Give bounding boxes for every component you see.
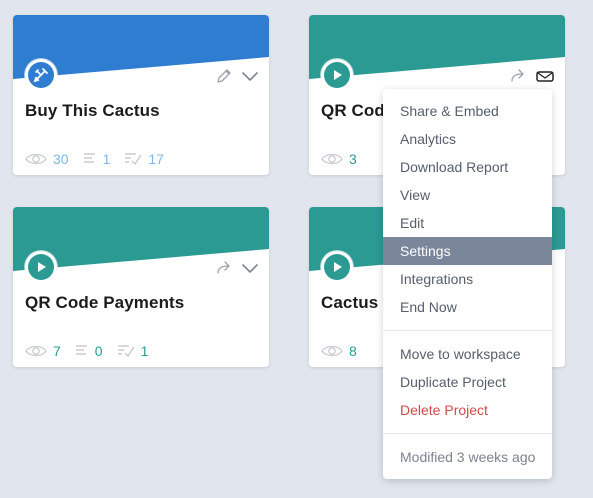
card-title[interactable]: Buy This Cactus — [25, 101, 160, 121]
menu-item-move-to-workspace[interactable]: Move to workspace — [383, 340, 552, 368]
views-count: 30 — [53, 151, 69, 167]
modified-timestamp: Modified 3 weeks ago — [400, 449, 536, 465]
eye-icon — [25, 153, 47, 165]
menu-item-download-report[interactable]: Download Report — [383, 153, 552, 181]
views-count: 8 — [349, 343, 357, 359]
chevron-down-icon[interactable] — [241, 67, 259, 85]
lines-icon — [75, 345, 87, 355]
chevron-down-icon[interactable] — [241, 259, 259, 277]
eye-icon — [321, 345, 343, 357]
completions-count: 17 — [148, 151, 164, 167]
project-card-buy-this-cactus[interactable]: Buy This Cactus 30 1 17 — [13, 15, 269, 175]
views-stat: 3 — [321, 151, 357, 167]
completions-count: 1 — [140, 343, 149, 359]
menu-item-analytics[interactable]: Analytics — [383, 125, 552, 153]
share-icon[interactable] — [509, 67, 527, 85]
responses-count: 0 — [94, 343, 103, 359]
menu-item-end-now[interactable]: End Now — [383, 293, 552, 321]
menu-item-integrations[interactable]: Integrations — [383, 265, 552, 293]
play-icon — [321, 251, 353, 283]
checklist-icon — [117, 345, 135, 358]
views-count: 3 — [349, 151, 357, 167]
responses-stat: 0 — [75, 343, 103, 359]
views-stat: 8 — [321, 343, 357, 359]
project-options-menu: Share & Embed Analytics Download Report … — [383, 89, 552, 479]
views-count: 7 — [53, 343, 61, 359]
project-card-qr-code-payments[interactable]: QR Code Payments 7 0 1 — [13, 207, 269, 367]
eye-icon — [25, 345, 47, 357]
menu-item-duplicate-project[interactable]: Duplicate Project — [383, 368, 552, 396]
views-stat: 30 — [25, 151, 69, 167]
eye-icon — [321, 153, 343, 165]
menu-item-edit[interactable]: Edit — [383, 209, 552, 237]
completions-stat: 17 — [124, 151, 164, 167]
card-title[interactable]: Cactus — [321, 293, 378, 313]
edit-pencil-icon[interactable] — [215, 67, 233, 85]
lines-icon — [83, 153, 95, 163]
menu-item-share-embed[interactable]: Share & Embed — [383, 97, 552, 125]
tools-icon — [25, 59, 57, 91]
responses-count: 1 — [102, 151, 111, 167]
views-stat: 7 — [25, 343, 61, 359]
menu-divider — [383, 433, 552, 434]
menu-divider — [383, 330, 552, 331]
play-icon — [25, 251, 57, 283]
checklist-icon — [125, 153, 142, 166]
menu-item-delete-project[interactable]: Delete Project — [383, 396, 552, 424]
menu-item-settings[interactable]: Settings — [383, 237, 552, 265]
play-icon — [321, 59, 353, 91]
card-title[interactable]: QR Code Payments — [25, 293, 184, 313]
responses-stat: 1 — [83, 151, 111, 167]
completions-stat: 1 — [117, 343, 149, 359]
menu-item-view[interactable]: View — [383, 181, 552, 209]
mail-icon[interactable] — [535, 69, 555, 83]
share-icon[interactable] — [215, 259, 233, 277]
